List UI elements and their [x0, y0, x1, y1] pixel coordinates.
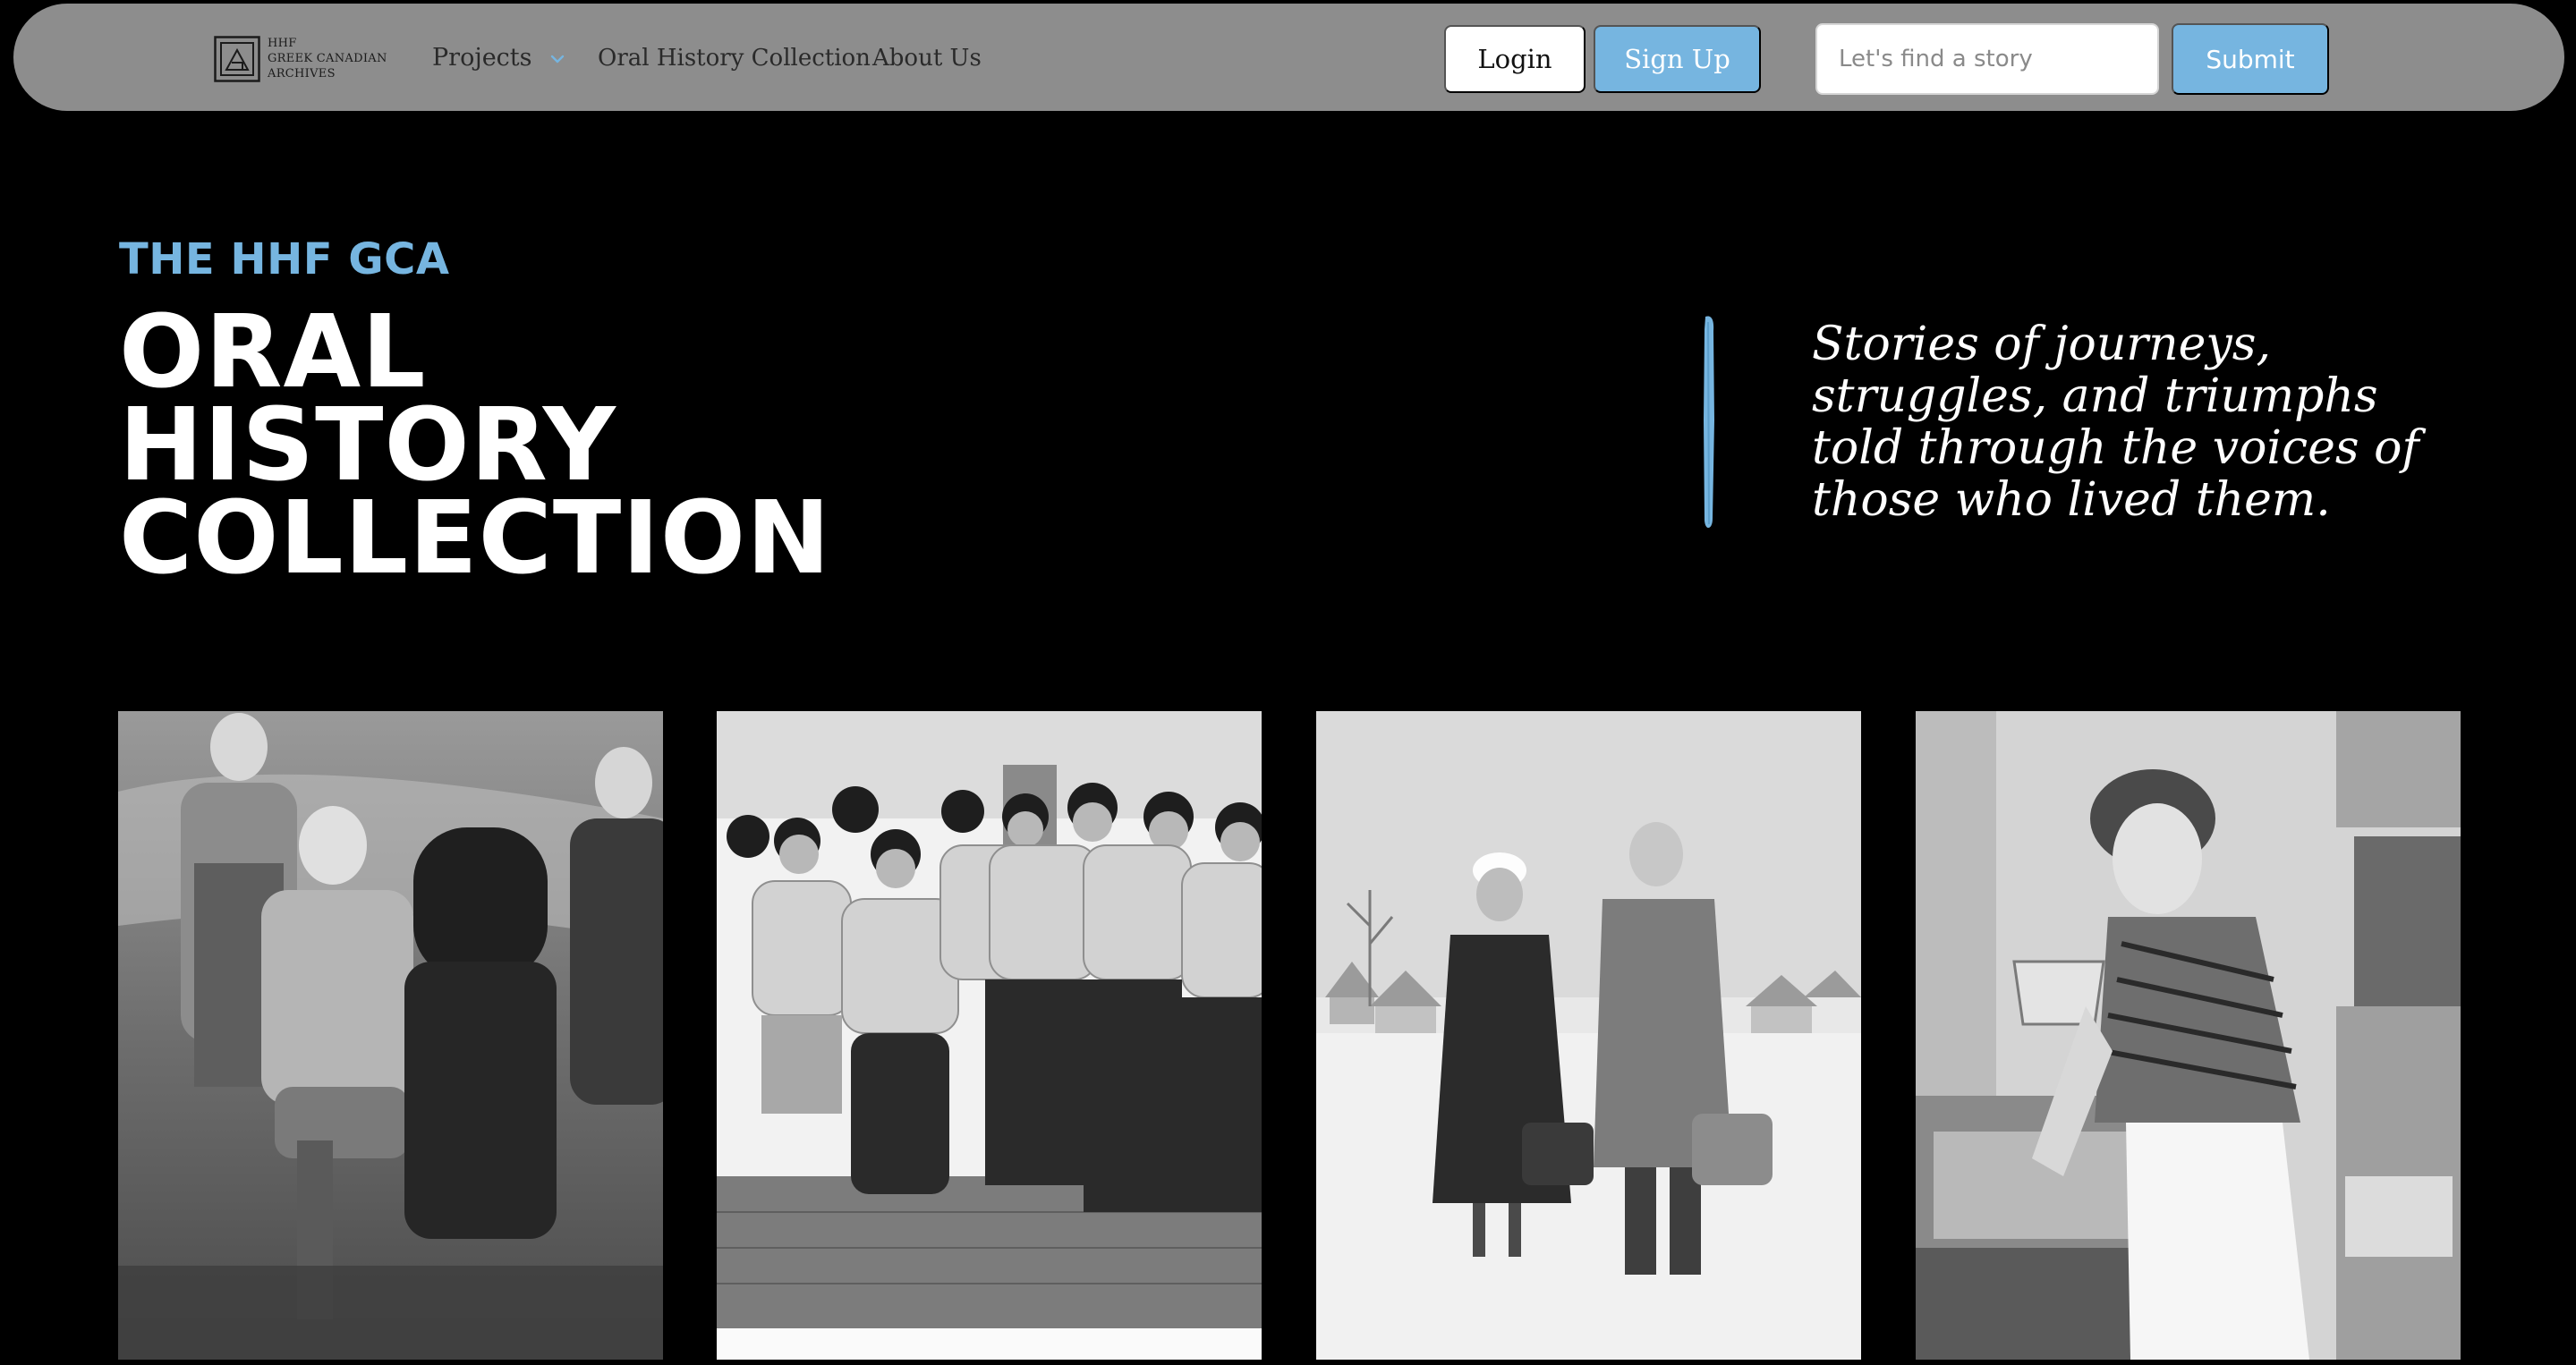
submit-button[interactable]: Submit: [2172, 23, 2329, 95]
couple-in-snow-photo[interactable]: [1316, 711, 1861, 1360]
nav-projects-link[interactable]: Projects: [432, 43, 532, 73]
hero-tagline: Stories of journeys, struggles, and triu…: [1812, 318, 2419, 527]
title-line: COLLECTION: [119, 480, 831, 597]
title-line: ORAL: [119, 294, 427, 411]
hero-eyebrow: THE HHF GCA: [119, 234, 450, 284]
logo-line-3: ARCHIVES: [268, 67, 336, 81]
logo-line-1: HHF: [268, 37, 297, 50]
group-in-life-jackets-photo[interactable]: [717, 711, 1262, 1360]
top-navbar: HHF GREEK CANADIAN ARCHIVES Projects Ora…: [13, 4, 2564, 111]
signup-button[interactable]: Sign Up: [1594, 25, 1761, 93]
brush-stroke-divider: [1704, 316, 1714, 529]
login-button[interactable]: Login: [1444, 25, 1586, 93]
logo-wordmark: HHF GREEK CANADIAN ARCHIVES: [268, 36, 402, 81]
search-input[interactable]: [1815, 23, 2159, 95]
chevron-down-icon[interactable]: [548, 50, 567, 68]
page-title: ORAL HISTORY COLLECTION: [119, 294, 1103, 597]
woman-at-kitchen-sink-photo[interactable]: [1916, 711, 2461, 1360]
logo-line-2: GREEK CANADIAN: [268, 52, 387, 65]
title-line: HISTORY: [119, 387, 616, 504]
family-seated-outdoors-photo[interactable]: [118, 711, 663, 1360]
nav-oral-history-link[interactable]: Oral History Collection: [598, 43, 871, 73]
archive-logo-icon: [214, 36, 260, 82]
nav-about-link[interactable]: About Us: [872, 43, 982, 73]
site-logo[interactable]: HHF GREEK CANADIAN ARCHIVES: [214, 32, 393, 88]
